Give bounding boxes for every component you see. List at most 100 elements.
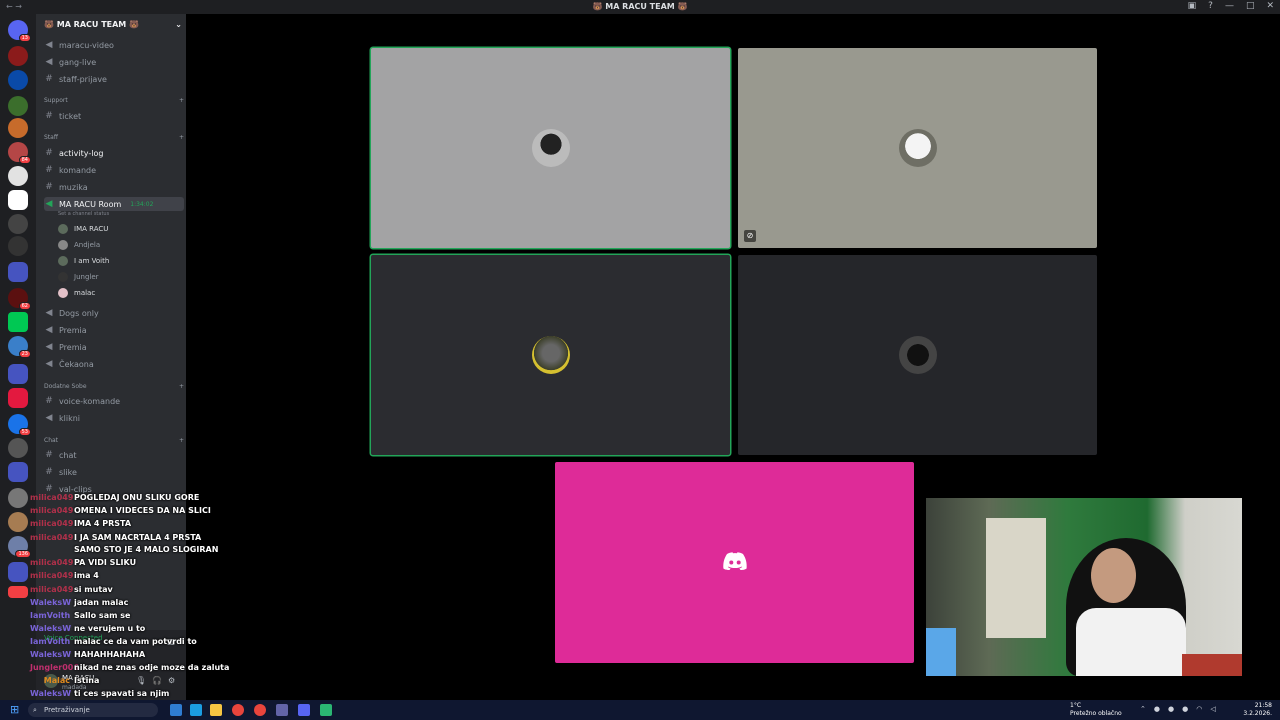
window-title: 🐻 MA RACU TEAM 🐻: [592, 2, 688, 11]
taskbar-app-icon[interactable]: [170, 704, 182, 716]
chat-message: milica049ima 4: [30, 571, 99, 580]
channel-voice-active[interactable]: ◀ MA RACU Room 1:34:02: [44, 197, 184, 211]
voice-user[interactable]: malac: [58, 286, 95, 300]
chevron-up-icon[interactable]: ⌃: [1140, 705, 1146, 713]
plus-icon[interactable]: +: [179, 97, 184, 109]
video-tile[interactable]: [371, 255, 730, 455]
chat-message: WaleksW ne verujem u to: [30, 624, 146, 633]
server-icon[interactable]: 62: [8, 288, 31, 310]
clock[interactable]: 21:58 3.2.2026.: [1243, 702, 1272, 718]
channel-text[interactable]: # staff-prijave: [44, 72, 184, 86]
video-tile[interactable]: [371, 48, 730, 248]
server-icon[interactable]: [8, 512, 28, 532]
server-icon[interactable]: [8, 46, 28, 66]
voice-user[interactable]: IMA RACU: [58, 222, 108, 236]
channel-text[interactable]: # activity-log: [44, 146, 184, 160]
direct-messages-icon[interactable]: 13: [8, 20, 31, 42]
channel-text[interactable]: # voice-komande: [44, 394, 184, 408]
tray-icon[interactable]: ●: [1168, 705, 1174, 713]
channel-voice[interactable]: ◀ gang-live: [44, 55, 184, 69]
chrome-icon[interactable]: [254, 704, 266, 716]
chat-message: milica049I JA SAM NACRTALA 4 PRSTA: [30, 533, 202, 542]
taskbar-app-icon[interactable]: [320, 704, 332, 716]
speaker-icon: ◀: [45, 359, 53, 369]
channel-voice[interactable]: ◀ Premia: [44, 323, 184, 337]
maximize-button[interactable]: □: [1246, 1, 1255, 11]
hash-icon: #: [45, 111, 53, 121]
tray-icon[interactable]: ●: [1154, 705, 1160, 713]
server-icon[interactable]: 23: [8, 336, 31, 358]
avatar: [531, 336, 570, 374]
server-icon[interactable]: 53: [8, 414, 31, 436]
server-icon[interactable]: [8, 214, 28, 234]
plus-icon[interactable]: +: [179, 134, 184, 146]
speaker-icon: ◀: [45, 40, 53, 50]
channel-voice[interactable]: ◀ maracu-video: [44, 38, 184, 52]
new-badge-icon[interactable]: [8, 586, 28, 598]
volume-icon[interactable]: ◁: [1210, 705, 1215, 713]
wifi-icon[interactable]: ◠: [1196, 705, 1202, 713]
video-tile[interactable]: [555, 462, 914, 663]
teams-icon[interactable]: [276, 704, 288, 716]
system-tray[interactable]: ⌃ ● ● ● ◠ ◁: [1140, 705, 1216, 713]
folder-icon[interactable]: [8, 364, 28, 384]
folder-icon[interactable]: [8, 262, 28, 282]
server-icon[interactable]: [8, 488, 28, 508]
video-tile[interactable]: ⊘: [738, 48, 1097, 248]
channel-voice[interactable]: ◀ Premia: [44, 340, 184, 354]
inbox-icon[interactable]: ▣: [1188, 1, 1197, 11]
channel-voice[interactable]: ◀ Dogs only: [44, 306, 184, 320]
server-icon[interactable]: [8, 438, 28, 458]
mic-icon[interactable]: 🎙: [136, 676, 146, 685]
tray-icon[interactable]: ●: [1182, 705, 1188, 713]
chat-message: Jungler006nikad ne znas odje moze da zal…: [30, 663, 230, 672]
taskbar-search[interactable]: ⌕ Pretraživanje: [28, 703, 158, 717]
voice-user[interactable]: Andjela: [58, 238, 100, 252]
file-explorer-icon[interactable]: [210, 704, 222, 716]
voice-user[interactable]: I am Voith: [58, 254, 109, 268]
channel-text[interactable]: # komande: [44, 163, 184, 177]
channel-voice[interactable]: ◀ klikni: [44, 411, 184, 425]
deafened-icon: ⊘: [744, 230, 756, 242]
channel-text[interactable]: # chat: [44, 448, 184, 462]
kick-icon[interactable]: [8, 312, 28, 332]
hash-icon: #: [45, 396, 53, 406]
server-icon[interactable]: [8, 236, 28, 256]
server-icon[interactable]: [8, 70, 28, 90]
server-icon[interactable]: [8, 388, 28, 408]
gear-icon[interactable]: ⚙: [168, 676, 175, 685]
speaker-icon: ◀: [45, 342, 53, 352]
category-staff[interactable]: Staff +: [44, 134, 184, 146]
hash-icon: #: [45, 467, 53, 477]
windows-start-icon[interactable]: ⊞: [10, 703, 19, 716]
discord-icon[interactable]: [298, 704, 310, 716]
minimize-button[interactable]: —: [1225, 1, 1234, 11]
channel-status-hint[interactable]: Set a channel status: [58, 211, 109, 217]
chat-message: milica049IMA 4 PRSTA: [30, 519, 132, 528]
server-icon[interactable]: [8, 96, 28, 116]
channel-voice[interactable]: ◀ Čekaona: [44, 357, 184, 371]
channel-text[interactable]: # slike: [44, 465, 184, 479]
chrome-icon[interactable]: [232, 704, 244, 716]
weather-widget[interactable]: 1°C Pretežno oblačno: [1070, 702, 1122, 718]
server-icon[interactable]: [8, 190, 28, 210]
server-icon[interactable]: [8, 118, 28, 138]
server-icon[interactable]: [8, 166, 28, 186]
voice-user[interactable]: Jungler: [58, 270, 99, 284]
headphones-icon[interactable]: 🎧: [152, 676, 162, 685]
video-tile[interactable]: [738, 255, 1097, 455]
server-header[interactable]: 🐻 MA RACU TEAM 🐻 ⌄: [44, 20, 182, 34]
server-icon[interactable]: 84: [8, 142, 31, 164]
folder-icon[interactable]: [8, 562, 28, 582]
help-icon[interactable]: ?: [1208, 1, 1213, 11]
chat-message: IamVoith malac ce da vam potvrdi to: [30, 637, 197, 646]
folder-icon[interactable]: [8, 462, 28, 482]
edge-icon[interactable]: [190, 704, 202, 716]
channel-text[interactable]: # muzika: [44, 180, 184, 194]
channel-text[interactable]: # ticket: [44, 109, 184, 123]
category-support[interactable]: Support +: [44, 97, 184, 109]
close-button[interactable]: ✕: [1266, 1, 1274, 11]
chat-message: milica049PA VIDI SLIKU: [30, 558, 137, 567]
hash-icon: #: [45, 450, 53, 460]
server-icon[interactable]: 136: [8, 536, 31, 558]
